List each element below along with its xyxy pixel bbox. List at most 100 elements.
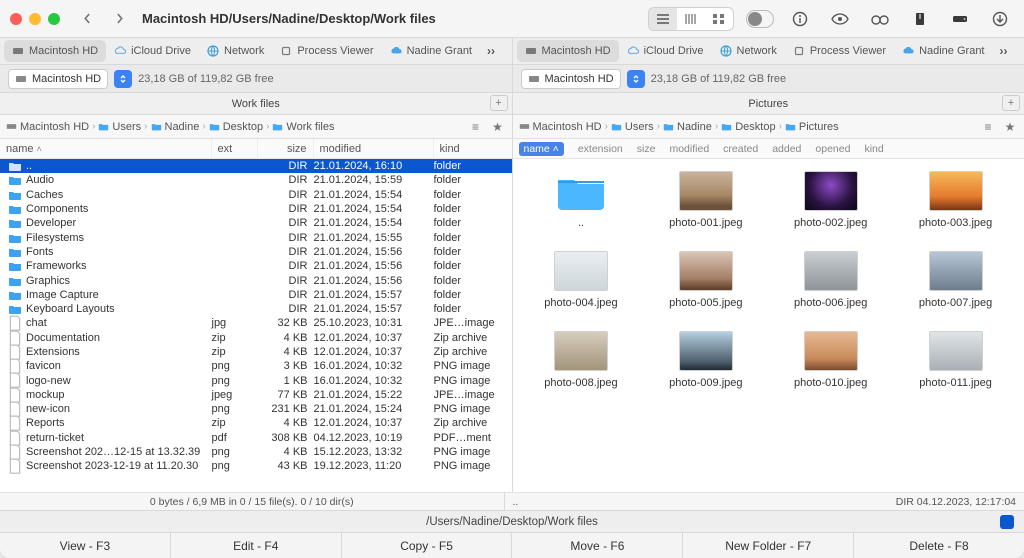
shortcuts-more[interactable]: ›› — [993, 44, 1015, 58]
shortcut-item[interactable]: iCloud Drive — [106, 40, 199, 62]
list-body[interactable]: ..DIR21.01.2024, 16:10folderAudioDIR21.0… — [0, 159, 512, 492]
list-row[interactable]: chatjpg32 KB25.10.2023, 10:31JPE…image — [0, 316, 512, 330]
grid-header-item[interactable]: extension — [578, 143, 623, 155]
breadcrumb-item[interactable]: Macintosh HD — [6, 121, 89, 133]
shortcut-item[interactable]: Macintosh HD — [517, 40, 619, 62]
favorite-button[interactable]: ★ — [1002, 119, 1018, 135]
command-button[interactable]: Move - F6 — [511, 533, 682, 558]
grid-item[interactable]: photo-003.jpeg — [897, 171, 1014, 229]
drive-menu-button-left[interactable] — [114, 70, 132, 88]
list-row[interactable]: Screenshot 202…12-15 at 13.32.39png4 KB1… — [0, 445, 512, 459]
list-row[interactable]: FrameworksDIR21.01.2024, 15:56folder — [0, 259, 512, 273]
breadcrumb-item[interactable]: Desktop — [209, 121, 263, 133]
download-button[interactable] — [986, 8, 1014, 30]
list-row[interactable]: return-ticketpdf308 KB04.12.2023, 10:19P… — [0, 431, 512, 445]
drive-menu-button-right[interactable] — [627, 70, 645, 88]
close-button[interactable] — [10, 13, 22, 25]
maximize-button[interactable] — [48, 13, 60, 25]
grid-item[interactable]: photo-009.jpeg — [647, 331, 764, 389]
breadcrumb-item[interactable]: Work files — [272, 121, 334, 133]
grid-header-item[interactable]: modified — [669, 143, 709, 155]
col-header-ext[interactable]: ext — [212, 139, 258, 158]
grid-header-item[interactable]: kind — [864, 143, 883, 155]
drive-selector-right[interactable]: Macintosh HD — [521, 69, 621, 89]
grid-header-item[interactable]: created — [723, 143, 758, 155]
shortcut-item[interactable]: Network — [199, 40, 272, 62]
col-header-kind[interactable]: kind — [434, 139, 512, 158]
grid-body[interactable]: ..photo-001.jpegphoto-002.jpegphoto-003.… — [513, 159, 1024, 492]
breadcrumb-item[interactable]: Users — [611, 121, 654, 133]
shortcut-item[interactable]: Nadine Grant — [382, 40, 480, 62]
grid-item[interactable]: photo-008.jpeg — [523, 331, 640, 389]
list-row[interactable]: FontsDIR21.01.2024, 15:56folder — [0, 245, 512, 259]
grid-header-item[interactable]: name ˄ — [519, 142, 564, 156]
grid-item[interactable]: photo-002.jpeg — [772, 171, 889, 229]
list-row[interactable]: GraphicsDIR21.01.2024, 15:56folder — [0, 273, 512, 287]
grid-item[interactable]: photo-007.jpeg — [897, 251, 1014, 309]
shortcut-item[interactable]: Process Viewer — [272, 40, 381, 62]
path-bar[interactable]: /Users/Nadine/Desktop/Work files — [0, 510, 1024, 532]
grid-item[interactable]: photo-005.jpeg — [647, 251, 764, 309]
command-button[interactable]: Delete - F8 — [853, 533, 1024, 558]
breadcrumb-item[interactable]: Macintosh HD — [519, 121, 602, 133]
breadcrumb-item[interactable]: Nadine — [151, 121, 200, 133]
grid-item[interactable]: photo-006.jpeg — [772, 251, 889, 309]
disk-button[interactable] — [946, 8, 974, 30]
nav-forward-button[interactable] — [106, 7, 132, 31]
list-row[interactable]: Image CaptureDIR21.01.2024, 15:57folder — [0, 288, 512, 302]
tab-left[interactable]: Work files + — [0, 93, 512, 115]
add-tab-right[interactable]: + — [1002, 95, 1020, 111]
tab-right[interactable]: Pictures + — [512, 93, 1024, 115]
list-row[interactable]: DeveloperDIR21.01.2024, 15:54folder — [0, 216, 512, 230]
drive-selector-left[interactable]: Macintosh HD — [8, 69, 108, 89]
grid-item[interactable]: photo-004.jpeg — [523, 251, 640, 309]
list-row[interactable]: Extensionszip4 KB12.01.2024, 10:37Zip ar… — [0, 345, 512, 359]
list-row[interactable]: faviconpng3 KB16.01.2024, 10:32PNG image — [0, 359, 512, 373]
command-button[interactable]: New Folder - F7 — [682, 533, 853, 558]
list-row[interactable]: Keyboard LayoutsDIR21.01.2024, 15:57fold… — [0, 302, 512, 316]
add-tab-left[interactable]: + — [490, 95, 508, 111]
col-header-modified[interactable]: modified — [314, 139, 434, 158]
list-row[interactable]: Reportszip4 KB12.01.2024, 10:37Zip archi… — [0, 416, 512, 430]
list-row[interactable]: FilesystemsDIR21.01.2024, 15:55folder — [0, 230, 512, 244]
history-button[interactable]: ≡ — [980, 119, 996, 135]
command-button[interactable]: View - F3 — [0, 533, 170, 558]
grid-header-item[interactable]: added — [772, 143, 801, 155]
toggle-switch[interactable] — [746, 8, 774, 30]
compress-button[interactable] — [906, 8, 934, 30]
col-header-size[interactable]: size — [258, 139, 314, 158]
nav-back-button[interactable] — [74, 7, 100, 31]
command-button[interactable]: Edit - F4 — [170, 533, 341, 558]
command-button[interactable]: Copy - F5 — [341, 533, 512, 558]
minimize-button[interactable] — [29, 13, 41, 25]
list-row[interactable]: mockupjpeg77 KB21.01.2024, 15:22JPE…imag… — [0, 388, 512, 402]
info-button[interactable] — [786, 8, 814, 30]
shortcut-item[interactable]: Nadine Grant — [894, 40, 992, 62]
list-row[interactable]: Screenshot 2023-12-19 at 11.20.30png43 K… — [0, 459, 512, 473]
view-grid-button[interactable] — [705, 8, 733, 30]
view-list-button[interactable] — [649, 8, 677, 30]
breadcrumb-item[interactable]: Nadine — [663, 121, 712, 133]
grid-item[interactable]: photo-011.jpeg — [897, 331, 1014, 389]
view-columns-button[interactable] — [677, 8, 705, 30]
breadcrumb-item[interactable]: Desktop — [721, 121, 775, 133]
shortcut-item[interactable]: Macintosh HD — [4, 40, 106, 62]
col-header-name[interactable]: name˄ — [0, 139, 212, 158]
shortcut-item[interactable]: Network — [712, 40, 785, 62]
grid-item-up[interactable]: .. — [523, 171, 640, 229]
shortcut-item[interactable]: iCloud Drive — [619, 40, 712, 62]
list-row[interactable]: new-iconpng231 KB21.01.2024, 15:24PNG im… — [0, 402, 512, 416]
shortcuts-more[interactable]: ›› — [480, 44, 502, 58]
search-button[interactable] — [866, 8, 894, 30]
breadcrumb-item[interactable]: Pictures — [785, 121, 839, 133]
quicklook-button[interactable] — [826, 8, 854, 30]
grid-header-item[interactable]: size — [637, 143, 656, 155]
favorite-button[interactable]: ★ — [490, 119, 506, 135]
list-row[interactable]: ComponentsDIR21.01.2024, 15:54folder — [0, 202, 512, 216]
list-row[interactable]: logo-newpng1 KB16.01.2024, 10:32PNG imag… — [0, 373, 512, 387]
grid-item[interactable]: photo-001.jpeg — [647, 171, 764, 229]
list-row[interactable]: ..DIR21.01.2024, 16:10folder — [0, 159, 512, 173]
history-button[interactable]: ≡ — [468, 119, 484, 135]
list-row[interactable]: Documentationzip4 KB12.01.2024, 10:37Zip… — [0, 331, 512, 345]
grid-header-item[interactable]: opened — [815, 143, 850, 155]
